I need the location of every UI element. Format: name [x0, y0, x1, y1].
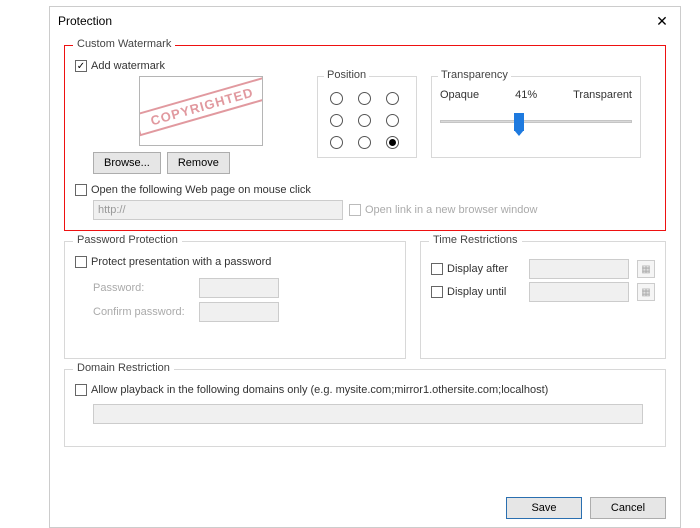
- checkbox-icon: [431, 263, 443, 275]
- close-icon[interactable]: ✕: [652, 11, 672, 31]
- position-radio-3[interactable]: [330, 114, 343, 127]
- transparency-slider[interactable]: [440, 113, 632, 131]
- time-restrictions-group: Time Restrictions Display after ▦ Displa…: [420, 241, 666, 359]
- display-after-checkbox[interactable]: Display after: [431, 263, 521, 275]
- calendar-icon[interactable]: ▦: [637, 260, 655, 278]
- add-watermark-label: Add watermark: [91, 60, 165, 72]
- checkbox-icon: [75, 256, 87, 268]
- domain-list-input[interactable]: [93, 404, 643, 424]
- titlebar: Protection ✕: [50, 7, 680, 35]
- transparency-group: Transparency Opaque 41% Transparent: [431, 76, 641, 158]
- display-until-label: Display until: [447, 286, 506, 298]
- checkbox-icon: [431, 286, 443, 298]
- position-radio-1[interactable]: [358, 92, 371, 105]
- save-button[interactable]: Save: [506, 497, 582, 519]
- position-radio-5[interactable]: [386, 114, 399, 127]
- display-after-label: Display after: [447, 263, 508, 275]
- confirm-password-input[interactable]: [199, 302, 279, 322]
- watermark-preview: COPYRIGHTED: [139, 76, 263, 146]
- custom-watermark-group: Custom Watermark ✓ Add watermark COPYRIG…: [64, 45, 666, 231]
- protect-password-checkbox[interactable]: Protect presentation with a password: [75, 256, 395, 268]
- allow-playback-label: Allow playback in the following domains …: [91, 384, 548, 396]
- display-after-input[interactable]: [529, 259, 629, 279]
- position-radio-2[interactable]: [386, 92, 399, 105]
- password-protection-group: Password Protection Protect presentation…: [64, 241, 406, 359]
- position-radio-7[interactable]: [358, 136, 371, 149]
- open-web-label: Open the following Web page on mouse cli…: [91, 184, 311, 196]
- url-input[interactable]: [93, 200, 343, 220]
- transparency-legend: Transparency: [438, 69, 511, 81]
- cancel-button[interactable]: Cancel: [590, 497, 666, 519]
- position-radio-8[interactable]: [386, 136, 399, 149]
- position-radio-6[interactable]: [330, 136, 343, 149]
- position-radio-4[interactable]: [358, 114, 371, 127]
- new-window-checkbox[interactable]: Open link in a new browser window: [349, 204, 537, 216]
- allow-playback-checkbox[interactable]: Allow playback in the following domains …: [75, 384, 655, 396]
- checkbox-icon: [75, 184, 87, 196]
- slider-thumb[interactable]: [514, 113, 524, 131]
- remove-button[interactable]: Remove: [167, 152, 230, 174]
- password-input[interactable]: [199, 278, 279, 298]
- position-group: Position: [317, 76, 417, 158]
- watermark-stamp: COPYRIGHTED: [139, 77, 263, 137]
- time-legend: Time Restrictions: [429, 234, 522, 246]
- checkbox-icon: [75, 384, 87, 396]
- transparency-percent: 41%: [515, 89, 537, 101]
- position-legend: Position: [324, 69, 369, 81]
- calendar-icon[interactable]: ▦: [637, 283, 655, 301]
- checkmark-icon: ✓: [75, 60, 87, 72]
- display-until-input[interactable]: [529, 282, 629, 302]
- position-radio-0[interactable]: [330, 92, 343, 105]
- protect-password-label: Protect presentation with a password: [91, 256, 271, 268]
- confirm-password-label: Confirm password:: [93, 306, 193, 318]
- position-grid: [326, 89, 408, 151]
- domain-legend: Domain Restriction: [73, 362, 174, 374]
- slider-track: [440, 120, 632, 123]
- protection-dialog: Protection ✕ Custom Watermark ✓ Add wate…: [49, 6, 681, 528]
- custom-watermark-legend: Custom Watermark: [73, 38, 175, 50]
- browse-button[interactable]: Browse...: [93, 152, 161, 174]
- opaque-label: Opaque: [440, 89, 479, 101]
- password-legend: Password Protection: [73, 234, 182, 246]
- dialog-title: Protection: [58, 14, 112, 28]
- display-until-checkbox[interactable]: Display until: [431, 286, 521, 298]
- transparent-label: Transparent: [573, 89, 632, 101]
- checkbox-icon: [349, 204, 361, 216]
- new-window-label: Open link in a new browser window: [365, 204, 537, 216]
- domain-restriction-group: Domain Restriction Allow playback in the…: [64, 369, 666, 447]
- password-label: Password:: [93, 282, 193, 294]
- open-web-checkbox[interactable]: Open the following Web page on mouse cli…: [75, 184, 655, 196]
